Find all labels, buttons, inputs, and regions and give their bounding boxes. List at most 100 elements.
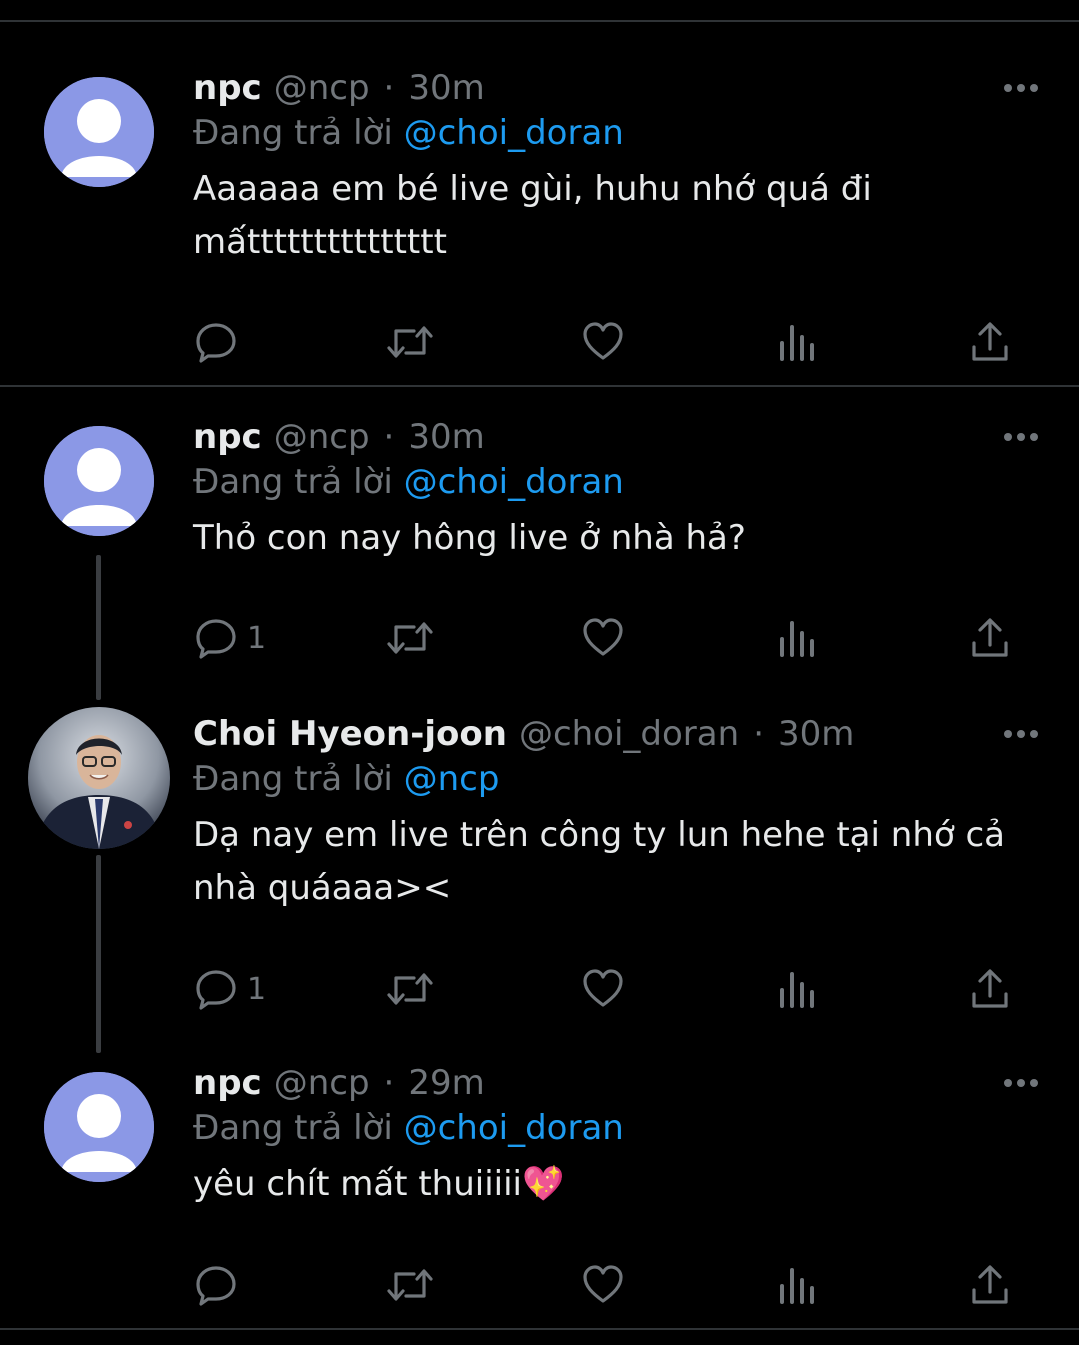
retweet-button[interactable]: [386, 1255, 434, 1315]
like-icon: [583, 618, 623, 656]
tweet-header: Choi Hyeon-joon @choi_doran · 30m: [193, 709, 854, 759]
share-button[interactable]: [970, 312, 1010, 372]
more-options-button[interactable]: [1000, 63, 1042, 113]
mention-link[interactable]: @choi_doran: [404, 1108, 624, 1148]
analytics-icon: [780, 1268, 814, 1304]
divider: [0, 1328, 1079, 1330]
action-bar: [0, 312, 1079, 372]
user-handle[interactable]: @ncp: [274, 417, 370, 457]
share-icon: [972, 1265, 1008, 1304]
replying-to-label: Đang trả lời: [193, 759, 393, 799]
separator-dot: ·: [383, 1063, 395, 1103]
display-name[interactable]: Choi Hyeon-joon: [193, 714, 507, 754]
analytics-button[interactable]: [778, 608, 818, 668]
user-handle[interactable]: @ncp: [274, 1063, 370, 1103]
tweet-header: npc @ncp · 29m: [193, 1058, 485, 1108]
more-icon: [1004, 730, 1038, 738]
analytics-button[interactable]: [778, 959, 818, 1019]
share-button[interactable]: [970, 608, 1010, 668]
retweet-button[interactable]: [386, 959, 434, 1019]
default-avatar-icon: [44, 426, 154, 536]
user-handle[interactable]: @choi_doran: [519, 714, 739, 754]
mention-link[interactable]: @choi_doran: [404, 462, 624, 502]
profile-photo-icon: [28, 707, 170, 849]
user-handle[interactable]: @ncp: [274, 68, 370, 108]
divider: [0, 20, 1079, 22]
thread-connector: [96, 855, 101, 1053]
avatar[interactable]: [44, 1072, 154, 1182]
replying-to: Đang trả lời @choi_doran: [193, 113, 624, 153]
reply-icon: [196, 619, 236, 659]
more-icon: [1004, 84, 1038, 92]
tweet-header: npc @ncp · 30m: [193, 63, 485, 113]
more-options-button[interactable]: [1000, 1058, 1042, 1108]
like-button[interactable]: [582, 959, 624, 1019]
retweet-icon: [387, 326, 433, 358]
timestamp[interactable]: 30m: [408, 68, 484, 108]
default-avatar-icon: [44, 1072, 154, 1182]
reply-icon: [196, 970, 236, 1010]
avatar[interactable]: [28, 707, 170, 849]
reply-count: 1: [247, 971, 267, 1007]
analytics-button[interactable]: [778, 1255, 818, 1315]
action-bar: [0, 1255, 1079, 1315]
replying-to: Đang trả lời @choi_doran: [193, 462, 624, 502]
more-icon: [1004, 1079, 1038, 1087]
more-options-button[interactable]: [1000, 709, 1042, 759]
replying-to: Đang trả lời @choi_doran: [193, 1108, 624, 1148]
retweet-icon: [387, 1269, 433, 1301]
like-icon: [583, 969, 623, 1007]
timestamp[interactable]: 29m: [408, 1063, 484, 1103]
like-icon: [583, 322, 623, 360]
replying-to-label: Đang trả lời: [193, 113, 393, 153]
retweet-icon: [387, 973, 433, 1005]
replying-to-label: Đang trả lời: [193, 462, 393, 502]
display-name[interactable]: npc: [193, 417, 262, 457]
default-avatar-icon: [44, 77, 154, 187]
retweet-button[interactable]: [386, 312, 434, 372]
retweet-icon: [387, 622, 433, 654]
share-icon: [972, 969, 1008, 1008]
retweet-button[interactable]: [386, 608, 434, 668]
analytics-button[interactable]: [778, 312, 818, 372]
tweet-text: Thỏ con nay hông live ở nhà hả?: [193, 518, 746, 558]
tweet-text: Dạ nay em live trên công ty lun hehe tại…: [193, 815, 1005, 908]
reply-count: 1: [247, 620, 267, 656]
share-button[interactable]: [970, 1255, 1010, 1315]
analytics-icon: [780, 325, 814, 361]
display-name[interactable]: npc: [193, 1063, 262, 1103]
separator-dot: ·: [753, 714, 764, 754]
share-icon: [972, 322, 1008, 361]
like-button[interactable]: [582, 1255, 624, 1315]
tweet-header: npc @ncp · 30m: [193, 412, 485, 462]
action-bar: 1: [0, 608, 1079, 668]
more-icon: [1004, 433, 1038, 441]
reply-icon: [196, 323, 236, 363]
share-button[interactable]: [970, 959, 1010, 1019]
replying-to: Đang trả lời @ncp: [193, 759, 499, 799]
more-options-button[interactable]: [1000, 412, 1042, 462]
like-button[interactable]: [582, 608, 624, 668]
analytics-icon: [780, 621, 814, 657]
reply-button[interactable]: 1: [195, 959, 266, 1019]
reply-button[interactable]: [195, 1255, 247, 1315]
tweet-text: Aaaaaa em bé live gùi, huhu nhớ quá đi m…: [193, 169, 872, 262]
mention-link[interactable]: @choi_doran: [404, 113, 624, 153]
share-icon: [972, 618, 1008, 657]
replying-to-label: Đang trả lời: [193, 1108, 393, 1148]
avatar[interactable]: [44, 426, 154, 536]
like-button[interactable]: [582, 312, 624, 372]
reply-button[interactable]: 1: [195, 608, 266, 668]
display-name[interactable]: npc: [193, 68, 262, 108]
tweet-text: yêu chít mất thuiiiii💖: [193, 1164, 565, 1204]
timestamp[interactable]: 30m: [408, 417, 484, 457]
mention-link[interactable]: @ncp: [404, 759, 500, 799]
avatar[interactable]: [44, 77, 154, 187]
action-bar: 1: [0, 959, 1079, 1019]
analytics-icon: [780, 972, 814, 1008]
separator-dot: ·: [383, 68, 395, 108]
divider: [0, 385, 1079, 387]
reply-icon: [196, 1266, 236, 1306]
timestamp[interactable]: 30m: [778, 714, 854, 754]
reply-button[interactable]: [195, 312, 247, 372]
